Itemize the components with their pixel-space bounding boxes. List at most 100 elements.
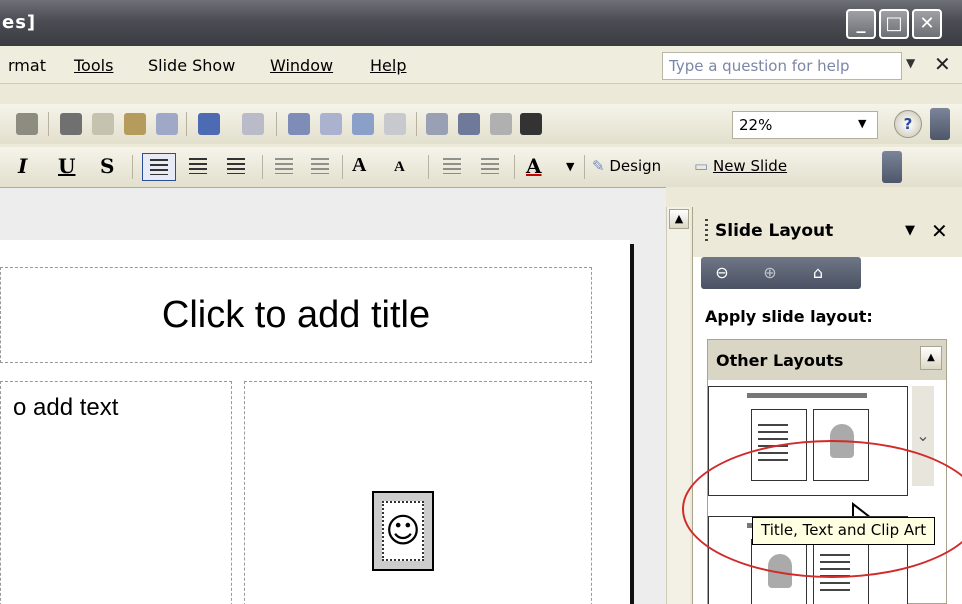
design-button[interactable]: ✎ Design: [592, 157, 661, 175]
numbering-icon: [275, 158, 293, 174]
bullets-button[interactable]: [304, 153, 338, 181]
toolbar-separator: [262, 155, 263, 179]
task-pane-close-icon[interactable]: ✕: [931, 219, 948, 243]
back-icon[interactable]: ⊖: [709, 261, 735, 285]
decrease-indent-button[interactable]: [436, 153, 470, 181]
slide-canvas[interactable]: Click to add title o add text ☺: [0, 240, 630, 604]
undo-icon[interactable]: [198, 113, 220, 135]
underline-button[interactable]: U: [58, 154, 75, 178]
toolbar-separator: [584, 155, 585, 179]
increase-indent-button[interactable]: [474, 153, 508, 181]
shadow-button[interactable]: S: [100, 154, 114, 178]
paste-icon[interactable]: [124, 113, 146, 135]
menu-tools[interactable]: Tools: [74, 56, 113, 75]
help-icon[interactable]: ?: [894, 110, 922, 138]
clip-art-figure-icon: ☺: [382, 501, 424, 561]
minimize-button[interactable]: _: [846, 9, 876, 39]
zoom-dropdown-icon[interactable]: ▼: [858, 117, 866, 130]
tables-borders-icon[interactable]: [352, 113, 374, 135]
align-center-icon: [189, 158, 207, 174]
new-slide-button[interactable]: ▭ New Slide: [694, 157, 787, 175]
expand-all-icon[interactable]: [426, 113, 448, 135]
copy-icon[interactable]: [92, 113, 114, 135]
gallery-scroll-up-icon[interactable]: ▲: [920, 346, 942, 370]
insert-diagram-icon[interactable]: [384, 113, 406, 135]
grip-icon[interactable]: [705, 219, 708, 243]
redo-icon[interactable]: [242, 113, 264, 135]
maximize-icon: □: [885, 13, 903, 34]
increase-font-size-button[interactable]: A: [352, 154, 366, 177]
close-button[interactable]: ✕: [912, 9, 942, 39]
gallery-section-title: Other Layouts: [716, 351, 844, 370]
center-button[interactable]: [182, 153, 216, 181]
format-painter-icon[interactable]: [156, 113, 178, 135]
scroll-up-icon[interactable]: ▲: [669, 209, 689, 229]
text-placeholder-text: o add text: [13, 394, 119, 421]
help-search-placeholder: Type a question for help: [669, 57, 850, 75]
toolbar-separator: [342, 155, 343, 179]
menu-slide-show[interactable]: Slide Show: [148, 56, 235, 75]
toolbar-options-icon[interactable]: [930, 108, 950, 140]
new-slide-icon: ▭: [694, 157, 709, 175]
maximize-button[interactable]: □: [879, 9, 909, 39]
home-icon[interactable]: ⌂: [805, 261, 831, 285]
italic-button[interactable]: I: [18, 154, 27, 178]
menu-help[interactable]: Help: [370, 56, 406, 75]
minimize-icon: _: [856, 13, 866, 34]
formatting-toolbar: I U S A A A ▼ ✎ Design ▭ New Slide: [0, 147, 962, 187]
insert-clip-art-icon[interactable]: ☺: [372, 491, 434, 571]
toolbar-separator: [416, 112, 417, 136]
align-right-icon: [227, 158, 245, 174]
help-search-input[interactable]: Type a question for help: [662, 52, 902, 80]
task-pane-nav: ⊖ ⊕ ⌂: [701, 257, 861, 289]
toolbar-separator: [132, 155, 133, 179]
insert-table-icon[interactable]: [320, 113, 342, 135]
increase-indent-icon: [481, 158, 499, 174]
gallery-section-header: Other Layouts ▲: [708, 340, 946, 380]
document-close-icon[interactable]: ✕: [934, 52, 951, 76]
decrease-indent-icon: [443, 158, 461, 174]
window-title: es]: [2, 12, 37, 33]
cut-icon[interactable]: [60, 113, 82, 135]
task-pane-header: Slide Layout ▼ ✕: [693, 207, 962, 257]
align-left-icon: [150, 159, 168, 175]
decrease-font-size-button[interactable]: A: [394, 159, 405, 176]
title-placeholder[interactable]: Click to add title: [0, 267, 592, 363]
toolbar-separator: [48, 112, 49, 136]
layout-title-bar: [747, 393, 867, 398]
clip-art-placeholder[interactable]: ☺: [244, 381, 592, 604]
toolbar-separator: [276, 112, 277, 136]
align-right-button[interactable]: [220, 153, 254, 181]
align-left-button[interactable]: [142, 153, 176, 181]
slide-scrollbar[interactable]: ▲: [666, 207, 690, 604]
toolbar-separator: [428, 155, 429, 179]
menu-bar: rmat Tools Slide Show Window Help Type a…: [0, 46, 962, 84]
apply-layout-label: Apply slide layout:: [705, 307, 873, 326]
show-grid-icon[interactable]: [490, 113, 512, 135]
new-slide-label: New Slide: [712, 157, 788, 175]
title-placeholder-text: Click to add title: [161, 294, 431, 336]
toolbar-options-icon[interactable]: [882, 151, 902, 183]
zoom-value: 22%: [739, 116, 773, 134]
task-pane-menu-icon[interactable]: ▼: [905, 223, 915, 238]
toolbar-separator: [514, 155, 515, 179]
show-formatting-icon[interactable]: [458, 113, 480, 135]
zoom-select[interactable]: 22%: [732, 111, 878, 139]
font-color-dropdown-icon[interactable]: ▼: [566, 160, 574, 173]
annotation-circle: [682, 440, 962, 578]
font-color-button[interactable]: A: [526, 154, 542, 178]
color-grayscale-icon[interactable]: [520, 113, 542, 135]
window-titlebar: es] _ □ ✕: [0, 0, 962, 46]
insert-chart-icon[interactable]: [288, 113, 310, 135]
text-placeholder[interactable]: o add text: [0, 381, 232, 604]
bullets-icon: [311, 158, 329, 174]
help-dropdown-icon[interactable]: ▼: [906, 56, 915, 70]
design-label: Design: [609, 157, 662, 175]
numbering-button[interactable]: [268, 153, 302, 181]
menu-window[interactable]: Window: [270, 56, 333, 75]
menu-format[interactable]: rmat: [8, 56, 46, 75]
forward-icon[interactable]: ⊕: [757, 261, 783, 285]
research-icon[interactable]: [16, 113, 38, 135]
design-icon: ✎: [592, 157, 605, 175]
close-icon: ✕: [919, 13, 935, 34]
